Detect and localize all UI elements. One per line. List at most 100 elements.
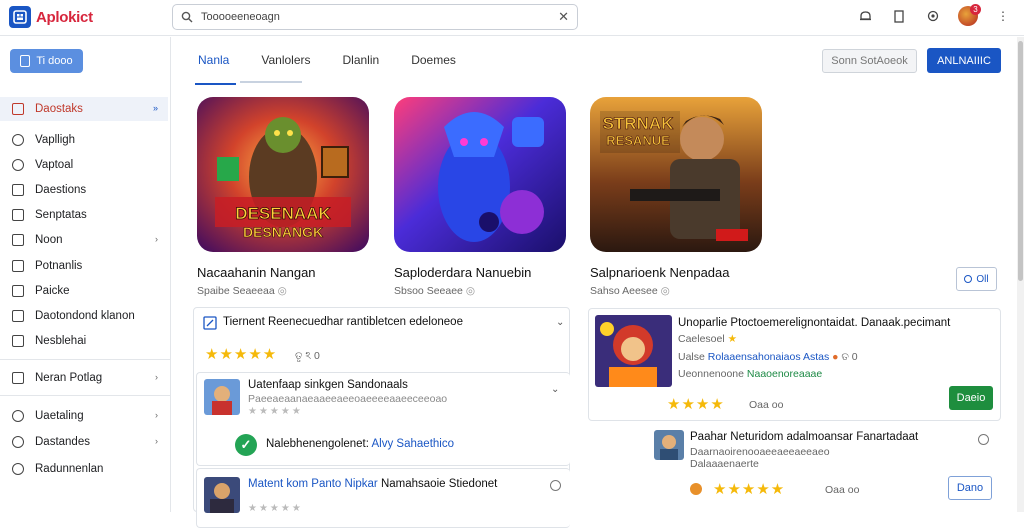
sidebar-item-label: Daestions <box>35 184 87 196</box>
tab-dlanlin[interactable]: Dlanlin <box>340 47 383 83</box>
game-art-3[interactable]: STRNAK RESANUE <box>590 97 762 252</box>
install-button[interactable]: Daeio <box>949 386 993 410</box>
sidebar-item-vaptoal[interactable]: Vaptoal <box>0 153 168 177</box>
more-dots-icon[interactable]: ◎ <box>661 285 671 297</box>
list-item[interactable]: Matent kom Panto Nipkar Namahsaoie Stied… <box>196 468 570 528</box>
new-document-icon <box>20 55 31 67</box>
item-title[interactable]: Matent kom Panto Nipkar Namahsaoie Stied… <box>248 478 497 490</box>
search-bar[interactable]: ✕ <box>172 4 578 30</box>
app-thumbnail <box>204 477 240 513</box>
square-icon <box>12 310 24 322</box>
sidebar-item-noon[interactable]: Noon › <box>0 228 168 252</box>
edit-icon[interactable] <box>203 316 217 330</box>
settings-icon[interactable] <box>978 434 989 445</box>
sidebar-item-label: Paicke <box>35 285 70 297</box>
search-input[interactable] <box>201 11 559 23</box>
more-dots-icon[interactable]: ◎ <box>278 285 288 297</box>
square-icon <box>12 260 24 272</box>
sidebar-item-nesblehai[interactable]: Nesblehai <box>0 329 168 353</box>
item-subtitle: Caelesoel ★ <box>678 333 738 345</box>
sidebar-item-label: Noon <box>35 234 63 246</box>
panel-header: Tiernent Reenecuedhar rantibletcen edelo… <box>223 316 463 328</box>
chevron-right-icon[interactable]: › <box>155 436 158 446</box>
item-meta-line: Ualse Rolaaensahonaiaos Astas ● ତ 0 <box>678 351 858 363</box>
sidebar-item-label: Senptatas <box>35 209 87 221</box>
rating-stars: ★★★★★ <box>248 503 303 514</box>
more-options-icon[interactable]: ⋮ <box>994 7 1012 25</box>
meta-link[interactable]: Rolaaensahonaiaos Astas <box>708 351 829 363</box>
sidebar-item-daostaks[interactable]: Daostaks » <box>0 97 168 121</box>
game-title[interactable]: Nacaahanin Nangan <box>197 265 369 280</box>
sidebar-item-label: Potnanlis <box>35 260 83 272</box>
sidebar-item-label: Daotondond klanon <box>35 310 135 322</box>
sidebar-item-daotondond[interactable]: Daotondond klanon <box>0 304 168 328</box>
svg-text:DESNANGK: DESNANGK <box>243 224 323 240</box>
sidebar-item-paicke[interactable]: Paicke <box>0 279 168 303</box>
clear-search-icon[interactable]: ✕ <box>558 9 569 25</box>
more-dots-icon[interactable]: ◎ <box>466 285 476 297</box>
sidebar-item-potnanlis[interactable]: Potnanlis <box>0 254 168 278</box>
list-item[interactable]: Uatenfaap sinkgen Sandonaals Paeeaeaanae… <box>196 372 570 466</box>
secondary-action-button[interactable]: Sonn SotAoeok <box>822 49 917 73</box>
sidebar-item-label: Daostaks <box>35 103 83 115</box>
chevron-right-icon[interactable]: › <box>155 234 158 244</box>
notifications-icon[interactable] <box>856 7 874 25</box>
chevron-down-icon[interactable]: ⌄ <box>556 317 564 328</box>
sidebar-item-vaplligh[interactable]: Vaplligh <box>0 128 168 152</box>
settings-icon[interactable] <box>550 480 561 491</box>
search-icon <box>181 11 193 23</box>
tab-underline <box>240 81 302 83</box>
app-thumbnail <box>595 315 672 387</box>
sidebar-item-uaetaling[interactable]: Uaetaling › <box>0 404 168 428</box>
game-card-1[interactable]: DESENAAK DESNANGK Nacaahanin Nangan Spai… <box>197 97 369 297</box>
tab-nanla[interactable]: Nanla <box>195 47 237 85</box>
sidebar-item-label: Nesblehai <box>35 335 87 347</box>
rating-stars: ★★★★★ <box>713 481 786 498</box>
sidebar-divider <box>0 395 170 396</box>
new-item-button[interactable]: Ti dooo <box>10 49 83 73</box>
sidebar-divider <box>0 359 170 360</box>
game-card-3[interactable]: STRNAK RESANUE Salpnarioenk Nenpadaa Sah… <box>590 97 762 297</box>
sidebar-item-daestions[interactable]: Daestions <box>0 178 168 202</box>
chevron-down-icon[interactable]: ⌄ <box>551 384 559 395</box>
sidebar-item-dastandes[interactable]: Dastandes › <box>0 430 168 454</box>
open-button[interactable]: Dano <box>948 476 992 500</box>
collapse-icon[interactable]: » <box>153 103 158 113</box>
game-art-1[interactable]: DESENAAK DESNANGK <box>197 97 369 252</box>
sidebar-item-label: Neran Potlag <box>35 372 103 384</box>
game-subtitle: Sbsoo Seeaee ◎ <box>394 285 476 297</box>
tab-doemes[interactable]: Doemes <box>408 47 459 83</box>
sidebar-item-neran-potlag[interactable]: Neran Potlag › <box>0 366 168 390</box>
top-bar: Aplokict ✕ 3 ⋮ <box>0 0 1024 36</box>
rating-stars: ★★★★★ <box>248 406 303 417</box>
chevron-right-icon[interactable]: › <box>155 372 158 382</box>
view-all-button[interactable]: Oll <box>956 267 997 291</box>
sidebar: Ti dooo Daostaks » Vaplligh Vaptoal Daes… <box>0 37 171 512</box>
sidebar-item-label: Uaetaling <box>35 410 84 422</box>
rating-meta: ତୃ ঽ 0 <box>295 350 320 362</box>
user-avatar[interactable]: 3 <box>958 4 981 26</box>
scrollbar-thumb[interactable] <box>1018 41 1023 281</box>
item-title[interactable]: Unoparlie Ptoctoemerelignontaidat. Danaa… <box>678 317 950 329</box>
top-actions: 3 ⋮ <box>856 4 1012 26</box>
primary-action-button[interactable]: ANLNAIIIC <box>927 48 1001 73</box>
status-link[interactable]: Alvy Sahaethico <box>372 438 454 450</box>
sidebar-item-senptatas[interactable]: Senptatas <box>0 203 168 227</box>
settings-icon[interactable] <box>924 7 942 25</box>
game-card-2[interactable]: Saploderdara Nanuebin Sbsoo Seeaee ◎ <box>394 97 566 297</box>
chevron-right-icon[interactable]: › <box>155 410 158 420</box>
tab-vanlolers[interactable]: Vanlolers <box>258 47 313 83</box>
item-title[interactable]: Uatenfaap sinkgen Sandonaals <box>248 379 408 391</box>
sidebar-item-radunnenlan[interactable]: Radunnenlan <box>0 457 168 481</box>
scrollbar[interactable] <box>1017 37 1024 512</box>
game-art-2[interactable] <box>394 97 566 252</box>
calendar-icon <box>12 184 24 196</box>
featured-detail-card[interactable]: Unoparlie Ptoctoemerelignontaidat. Danaa… <box>588 308 1001 421</box>
game-title[interactable]: Salpnarioenk Nenpadaa <box>590 265 762 280</box>
app-logo[interactable]: Aplokict <box>9 6 93 28</box>
document-icon[interactable] <box>890 7 908 25</box>
item-title[interactable]: Paahar Neturidom adalmoansar Fanartadaat <box>690 431 918 443</box>
item-subtitle: Daarnaoirenooaeeaeeaeeaeo <box>690 446 830 458</box>
lightbulb-icon <box>12 134 24 146</box>
game-title[interactable]: Saploderdara Nanuebin <box>394 265 566 280</box>
